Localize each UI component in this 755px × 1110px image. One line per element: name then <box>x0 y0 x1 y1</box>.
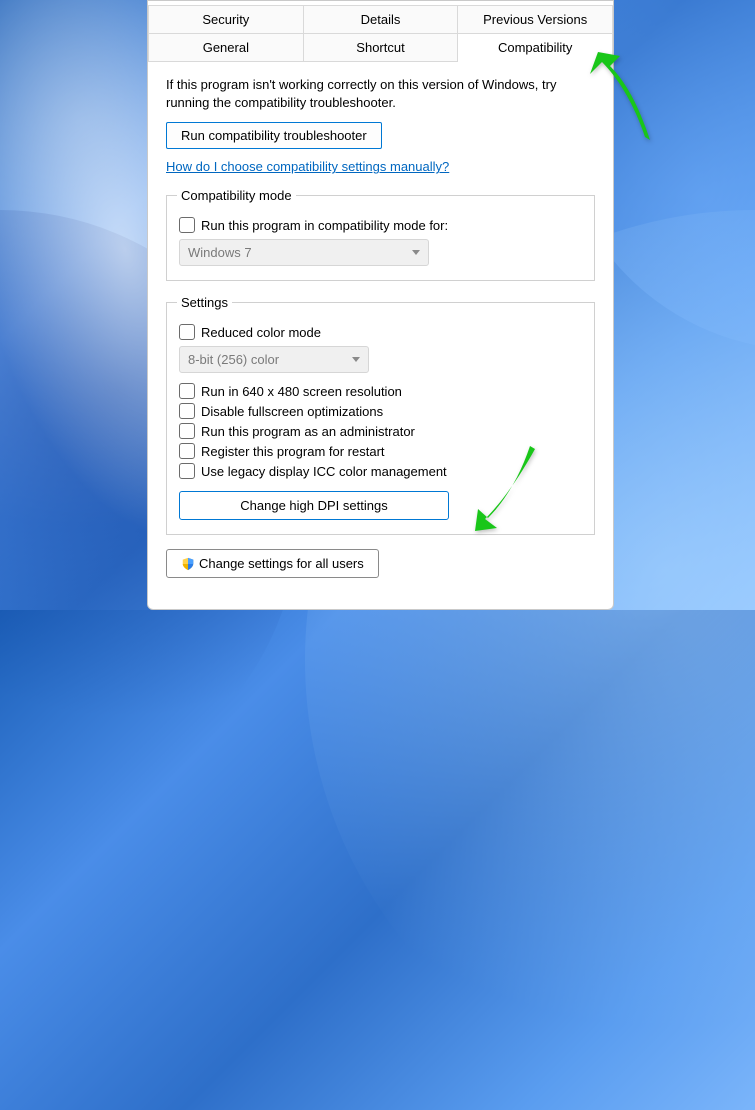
run-640-checkbox[interactable] <box>179 383 195 399</box>
reduced-color-checkbox[interactable] <box>179 324 195 340</box>
register-restart-label: Register this program for restart <box>201 444 385 459</box>
settings-group: Settings Reduced color mode 8-bit (256) … <box>166 295 595 535</box>
disable-fullscreen-checkbox[interactable] <box>179 403 195 419</box>
tab-previous-versions[interactable]: Previous Versions <box>458 5 613 34</box>
properties-dialog: Security Details Previous Versions Gener… <box>147 0 614 610</box>
settings-legend: Settings <box>177 295 232 310</box>
compat-mode-group: Compatibility mode Run this program in c… <box>166 188 595 281</box>
compat-mode-label: Run this program in compatibility mode f… <box>201 218 448 233</box>
compat-mode-legend: Compatibility mode <box>177 188 296 203</box>
intro-text: If this program isn't working correctly … <box>166 76 595 112</box>
register-restart-checkbox[interactable] <box>179 443 195 459</box>
shield-icon <box>181 557 195 571</box>
chevron-down-icon <box>352 357 360 362</box>
tab-content: If this program isn't working correctly … <box>148 62 613 609</box>
help-link[interactable]: How do I choose compatibility settings m… <box>166 159 449 174</box>
run-admin-label: Run this program as an administrator <box>201 424 415 439</box>
compat-mode-checkbox[interactable] <box>179 217 195 233</box>
run-640-label: Run in 640 x 480 screen resolution <box>201 384 402 399</box>
run-troubleshooter-button[interactable]: Run compatibility troubleshooter <box>166 122 382 149</box>
change-dpi-button[interactable]: Change high DPI settings <box>179 491 449 520</box>
compat-mode-select[interactable]: Windows 7 <box>179 239 429 266</box>
compat-mode-value: Windows 7 <box>188 245 252 260</box>
chevron-down-icon <box>412 250 420 255</box>
all-users-label: Change settings for all users <box>199 556 364 571</box>
all-users-button[interactable]: Change settings for all users <box>166 549 379 578</box>
tab-strip: Security Details Previous Versions Gener… <box>148 1 613 62</box>
disable-fullscreen-label: Disable fullscreen optimizations <box>201 404 383 419</box>
color-value: 8-bit (256) color <box>188 352 279 367</box>
tab-compatibility[interactable]: Compatibility <box>458 34 613 62</box>
legacy-icc-label: Use legacy display ICC color management <box>201 464 447 479</box>
tab-general[interactable]: General <box>148 34 304 62</box>
color-select[interactable]: 8-bit (256) color <box>179 346 369 373</box>
run-admin-checkbox[interactable] <box>179 423 195 439</box>
tab-details[interactable]: Details <box>304 5 459 34</box>
tab-security[interactable]: Security <box>148 5 304 34</box>
legacy-icc-checkbox[interactable] <box>179 463 195 479</box>
reduced-color-label: Reduced color mode <box>201 325 321 340</box>
tab-shortcut[interactable]: Shortcut <box>304 34 459 62</box>
